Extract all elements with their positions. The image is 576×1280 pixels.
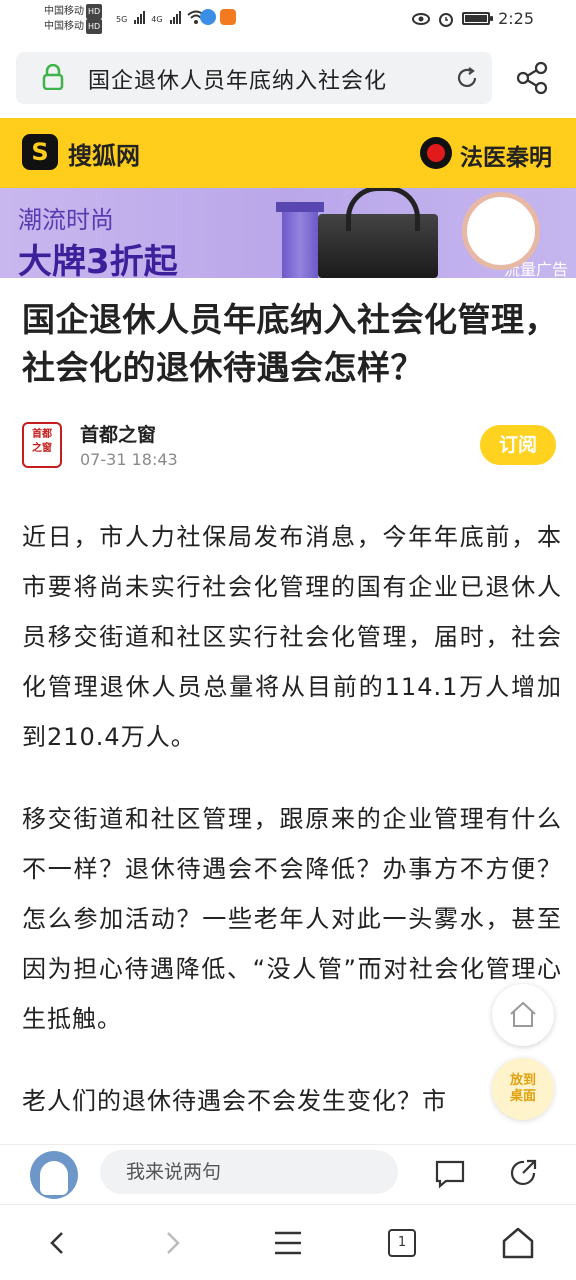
sohu-logo-icon[interactable]: S	[22, 134, 58, 170]
carrier-2: 中国移动	[44, 21, 84, 32]
status-bar: 中国移动 HD 中国移动 HD 5G 4G 2:25	[0, 0, 576, 40]
ad-headline: 大牌3折起	[18, 242, 178, 278]
eye-icon	[412, 12, 431, 25]
article-paragraph: 移交街道和社区管理，跟原来的企业管理有什么不一样？退休待遇会不会降低？办事方不方…	[22, 805, 562, 1033]
site-header: S 搜狐网 法医秦明	[0, 118, 576, 188]
desk-label-2: 桌面	[509, 1089, 536, 1104]
ad-subtitle: 潮流时尚	[18, 206, 114, 234]
share-arrow-icon[interactable]	[508, 1157, 540, 1189]
site-name[interactable]: 搜狐网	[68, 136, 140, 171]
status-right: 2:25	[412, 9, 534, 28]
home-icon[interactable]	[500, 1225, 536, 1261]
author-name[interactable]: 首都之窗	[80, 420, 156, 447]
article-paragraph: 近日，市人力社保局发布消息，今年年底前，本市要将尚未实行社会化管理的国有企业已退…	[22, 523, 562, 751]
promo-play-icon[interactable]	[420, 137, 452, 169]
hd-badge-1: HD	[86, 4, 103, 19]
carrier-info: 中国移动 HD 中国移动 HD	[44, 4, 103, 34]
ad-handbag-image	[318, 188, 438, 278]
network-type-2: 4G	[151, 15, 163, 24]
author-avatar[interactable]: 首都 之窗	[22, 422, 62, 468]
signal-bars-2-icon	[169, 10, 181, 24]
comment-input[interactable]: 我来说两句	[100, 1150, 398, 1194]
signal-bars-1-icon	[134, 10, 146, 24]
add-to-desktop-button[interactable]: 放到 桌面	[492, 1058, 554, 1120]
desk-label-1: 放到	[509, 1073, 536, 1088]
publish-time: 07-31 18:43	[80, 450, 178, 469]
back-icon[interactable]	[40, 1225, 76, 1261]
url-text[interactable]: 国企退休人员年底纳入社会化	[88, 63, 387, 95]
bottom-navigation: 1	[0, 1204, 576, 1280]
home-outline-icon	[510, 1001, 536, 1027]
carrier-1: 中国移动	[44, 6, 84, 17]
subscribe-button[interactable]: 订阅	[480, 425, 556, 465]
tabs-button[interactable]: 1	[384, 1225, 420, 1261]
network-type-1: 5G	[116, 15, 128, 24]
notification-icons	[200, 9, 236, 25]
address-bar[interactable]: 国企退休人员年底纳入社会化	[16, 52, 492, 104]
menu-icon[interactable]	[270, 1225, 306, 1261]
clock: 2:25	[498, 9, 534, 28]
signal-icons: 5G 4G	[116, 10, 205, 24]
ad-watch-image	[462, 192, 540, 270]
comment-bar: 我来说两句	[0, 1144, 576, 1202]
battery-icon	[462, 12, 494, 25]
browser-notification-icon	[200, 9, 216, 25]
user-avatar[interactable]	[30, 1151, 78, 1199]
hd-badge-2: HD	[86, 19, 103, 34]
article-title: 国企退休人员年底纳入社会化管理，社会化的退休待遇会怎样？	[22, 300, 558, 387]
video-app-notification-icon	[220, 9, 236, 25]
promo-link[interactable]: 法医秦明	[460, 138, 552, 172]
lock-icon	[42, 64, 64, 90]
article-paragraph: 老人们的退休待遇会不会发生变化？市	[22, 1087, 447, 1115]
comment-icon[interactable]	[434, 1159, 466, 1189]
forward-icon[interactable]	[154, 1225, 190, 1261]
reload-icon[interactable]	[454, 65, 480, 91]
ad-pillar-image	[276, 202, 324, 278]
float-home-button[interactable]	[492, 984, 554, 1046]
tab-count: 1	[388, 1229, 416, 1257]
alarm-icon	[439, 12, 454, 27]
share-icon[interactable]	[514, 60, 550, 96]
